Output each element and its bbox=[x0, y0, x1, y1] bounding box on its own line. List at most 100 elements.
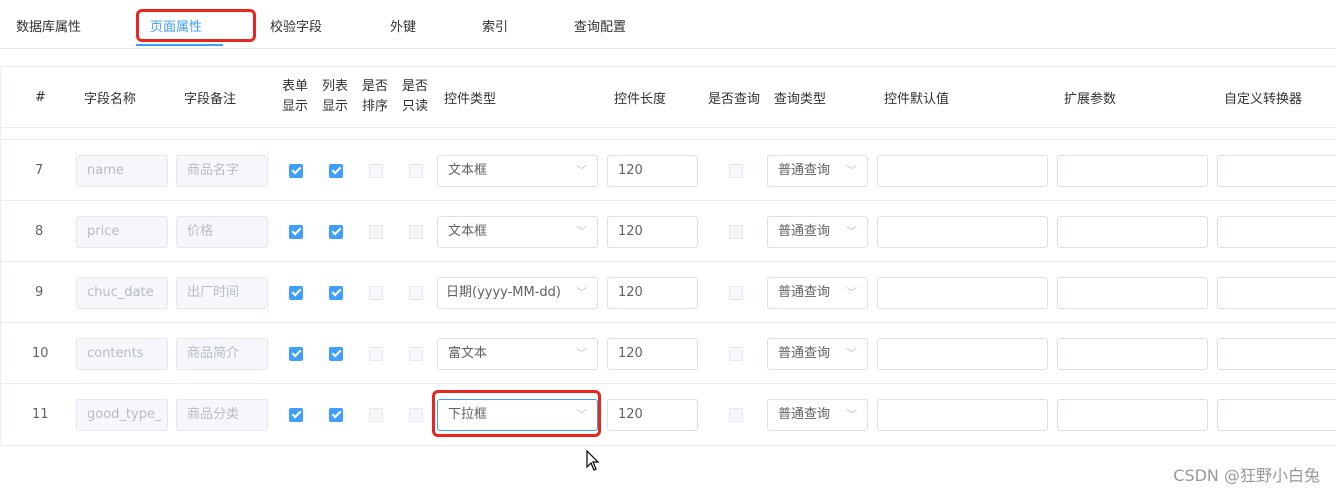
control-type-value: 下拉框 bbox=[448, 406, 488, 422]
query-type-value: 普通查询 bbox=[778, 284, 831, 300]
field-comment-input[interactable]: 商品简介 bbox=[176, 337, 268, 370]
readonly-checkbox[interactable] bbox=[409, 163, 423, 178]
field-name-input[interactable]: contents bbox=[76, 337, 168, 370]
query-type-value: 普通查询 bbox=[778, 406, 831, 422]
query-type-select[interactable]: 普通查询 ﹀ bbox=[767, 215, 868, 248]
field-name-input[interactable]: chuc_date bbox=[76, 276, 168, 309]
converter-input[interactable] bbox=[1217, 398, 1336, 431]
chevron-down-icon: ﹀ bbox=[576, 224, 587, 238]
control-type-select[interactable]: 文本框 ﹀ bbox=[437, 154, 598, 187]
tab-foreign-keys[interactable]: 外键 bbox=[390, 0, 416, 48]
chevron-down-icon: ﹀ bbox=[576, 407, 587, 421]
is-query-checkbox[interactable] bbox=[729, 407, 743, 422]
watermark: CSDN @狂野小白兔 bbox=[1173, 466, 1320, 485]
query-type-select[interactable]: 普通查询 ﹀ bbox=[767, 154, 868, 187]
converter-input[interactable] bbox=[1217, 154, 1336, 187]
field-comment-input[interactable]: 商品分类 bbox=[176, 398, 268, 431]
query-type-select[interactable]: 普通查询 ﹀ bbox=[767, 276, 868, 309]
row-index: 10 bbox=[32, 346, 49, 361]
control-type-select[interactable]: 文本框 ﹀ bbox=[437, 215, 598, 248]
control-length-input[interactable]: 120 bbox=[607, 398, 698, 431]
tab-indexes[interactable]: 索引 bbox=[482, 0, 508, 48]
readonly-checkbox[interactable] bbox=[409, 224, 423, 239]
tab-bar: 数据库属性 页面属性 校验字段 外键 索引 查询配置 bbox=[0, 0, 1336, 49]
query-type-select[interactable]: 普通查询 ﹀ bbox=[767, 398, 868, 431]
sortable-checkbox[interactable] bbox=[369, 224, 383, 239]
form-show-checkbox[interactable] bbox=[289, 224, 303, 239]
sortable-checkbox[interactable] bbox=[369, 346, 383, 361]
col-header-is-query: 是否查询 bbox=[708, 91, 761, 107]
ext-params-input[interactable] bbox=[1057, 276, 1208, 309]
field-name-input[interactable]: good_type_ bbox=[76, 398, 168, 431]
table-row: 8 price 价格 文本框 ﹀ 120 普通查询 ﹀ bbox=[1, 201, 1336, 262]
form-show-checkbox[interactable] bbox=[289, 346, 303, 361]
field-comment-input[interactable]: 价格 bbox=[176, 215, 268, 248]
table-row: 10 contents 商品简介 富文本 ﹀ 120 普通查询 ﹀ bbox=[1, 323, 1336, 384]
field-comment-input[interactable]: 出厂时间 bbox=[176, 276, 268, 309]
col-header-form-show: 表单 显示 bbox=[282, 67, 308, 127]
list-show-checkbox[interactable] bbox=[329, 285, 343, 300]
col-header-list-show: 列表 显示 bbox=[322, 67, 348, 127]
control-length-input[interactable]: 120 bbox=[607, 337, 698, 370]
row-index: 8 bbox=[35, 224, 44, 239]
col-header-sortable-line2: 排序 bbox=[362, 99, 389, 114]
readonly-checkbox[interactable] bbox=[409, 407, 423, 422]
row-index: 7 bbox=[35, 163, 44, 178]
chevron-down-icon: ﹀ bbox=[846, 407, 857, 421]
converter-input[interactable] bbox=[1217, 215, 1336, 248]
field-name-input[interactable]: name bbox=[76, 154, 168, 187]
ext-params-input[interactable] bbox=[1057, 398, 1208, 431]
default-value-input[interactable] bbox=[877, 337, 1048, 370]
active-tab-indicator bbox=[136, 44, 223, 46]
col-header-list-show-line1: 列表 bbox=[322, 79, 349, 94]
control-length-input[interactable]: 120 bbox=[607, 154, 698, 187]
chevron-down-icon: ﹀ bbox=[576, 285, 587, 299]
ext-params-input[interactable] bbox=[1057, 337, 1208, 370]
is-query-checkbox[interactable] bbox=[729, 285, 743, 300]
field-name-input[interactable]: price bbox=[76, 215, 168, 248]
sortable-checkbox[interactable] bbox=[369, 285, 383, 300]
col-header-readonly: 是否 只读 bbox=[402, 67, 428, 127]
col-header-control-length: 控件长度 bbox=[614, 91, 667, 107]
default-value-input[interactable] bbox=[877, 276, 1048, 309]
list-show-checkbox[interactable] bbox=[329, 163, 343, 178]
is-query-checkbox[interactable] bbox=[729, 224, 743, 239]
col-header-sortable-line1: 是否 bbox=[362, 79, 389, 94]
readonly-checkbox[interactable] bbox=[409, 346, 423, 361]
control-type-select[interactable]: 下拉框 ﹀ bbox=[437, 398, 598, 431]
converter-input[interactable] bbox=[1217, 337, 1336, 370]
is-query-checkbox[interactable] bbox=[729, 163, 743, 178]
control-type-value: 文本框 bbox=[448, 223, 488, 239]
list-show-checkbox[interactable] bbox=[329, 224, 343, 239]
control-length-input[interactable]: 120 bbox=[607, 276, 698, 309]
list-show-checkbox[interactable] bbox=[329, 346, 343, 361]
tab-database-props[interactable]: 数据库属性 bbox=[16, 0, 81, 48]
control-type-select[interactable]: 日期(yyyy-MM-dd) ﹀ bbox=[437, 276, 598, 309]
default-value-input[interactable] bbox=[877, 215, 1048, 248]
list-show-checkbox[interactable] bbox=[329, 407, 343, 422]
form-show-checkbox[interactable] bbox=[289, 407, 303, 422]
form-show-checkbox[interactable] bbox=[289, 163, 303, 178]
default-value-input[interactable] bbox=[877, 398, 1048, 431]
ext-params-input[interactable] bbox=[1057, 154, 1208, 187]
default-value-input[interactable] bbox=[877, 154, 1048, 187]
control-length-input[interactable]: 120 bbox=[607, 215, 698, 248]
chevron-down-icon: ﹀ bbox=[846, 285, 857, 299]
control-type-select[interactable]: 富文本 ﹀ bbox=[437, 337, 598, 370]
col-header-control-type: 控件类型 bbox=[444, 91, 497, 107]
tab-validation-fields[interactable]: 校验字段 bbox=[270, 0, 322, 48]
field-comment-input[interactable]: 商品名字 bbox=[176, 154, 268, 187]
readonly-checkbox[interactable] bbox=[409, 285, 423, 300]
sortable-checkbox[interactable] bbox=[369, 407, 383, 422]
chevron-down-icon: ﹀ bbox=[576, 163, 587, 177]
tab-page-props[interactable]: 页面属性 bbox=[150, 0, 202, 48]
col-header-form-show-line1: 表单 bbox=[282, 79, 309, 94]
query-type-select[interactable]: 普通查询 ﹀ bbox=[767, 337, 868, 370]
form-show-checkbox[interactable] bbox=[289, 285, 303, 300]
is-query-checkbox[interactable] bbox=[729, 346, 743, 361]
sortable-checkbox[interactable] bbox=[369, 163, 383, 178]
tab-query-config[interactable]: 查询配置 bbox=[574, 0, 626, 48]
converter-input[interactable] bbox=[1217, 276, 1336, 309]
control-type-value: 富文本 bbox=[448, 345, 488, 361]
ext-params-input[interactable] bbox=[1057, 215, 1208, 248]
